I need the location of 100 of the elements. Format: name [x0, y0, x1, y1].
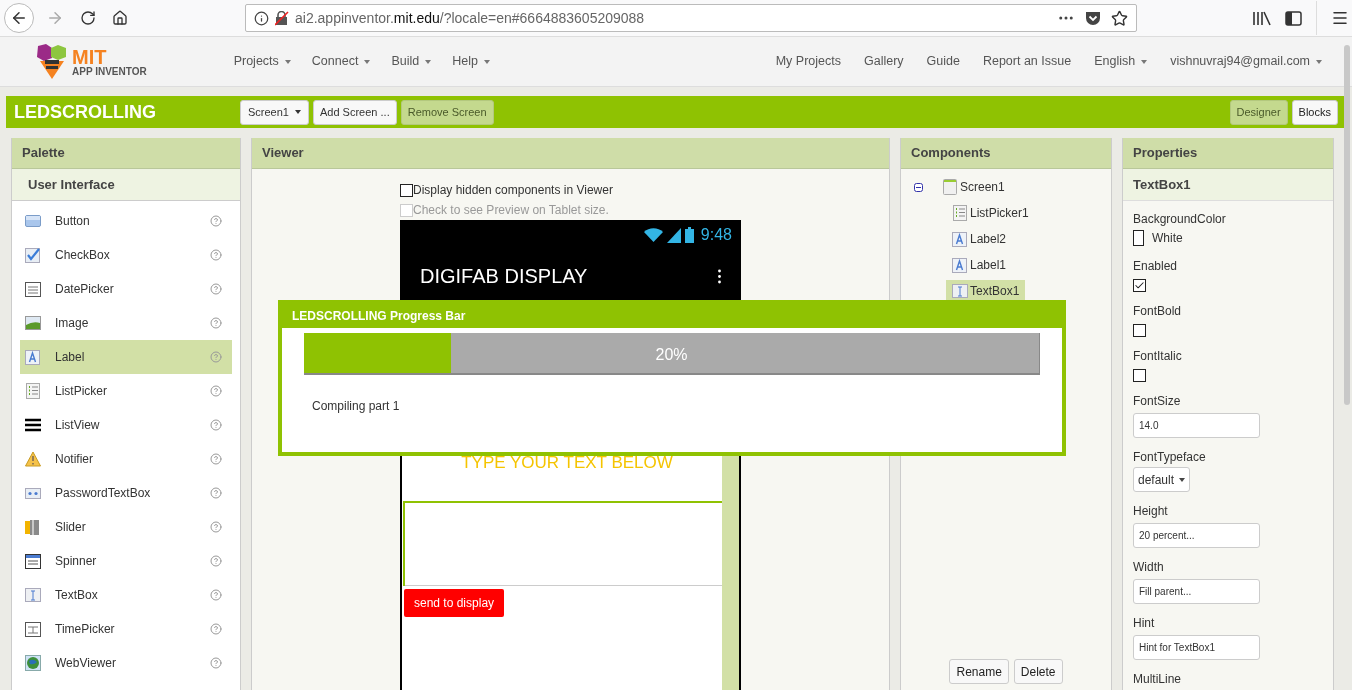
menu-item[interactable]: Help: [452, 52, 490, 71]
help-icon[interactable]: [210, 283, 222, 295]
screen-button[interactable]: Add Screen ...: [313, 99, 397, 125]
property-label: FontBold: [1133, 304, 1183, 318]
nav-link[interactable]: vishnuvraj94@gmail.com: [1170, 52, 1322, 71]
tree-item[interactable]: TextBox1: [946, 280, 1026, 302]
pocket-icon: [1085, 10, 1101, 26]
reload-icon[interactable]: [80, 10, 96, 26]
password-field-icon: [25, 485, 41, 501]
category-header[interactable]: User Interface: [12, 169, 240, 201]
tree-item[interactable]: Label1: [946, 254, 1013, 276]
help-icon[interactable]: [210, 623, 222, 635]
logo-title: MIT: [72, 46, 107, 67]
checkbox[interactable]: [400, 183, 413, 197]
palette-item[interactable]: Label: [20, 340, 232, 374]
view-tab[interactable]: Designer: [1229, 99, 1288, 125]
checkbox-icon: [25, 247, 41, 263]
home-icon[interactable]: [112, 10, 128, 26]
help-icon[interactable]: [210, 419, 222, 431]
property-field[interactable]: Hint for TextBox1: [1133, 635, 1260, 660]
option-label: Display hidden components in Viewer: [413, 182, 613, 199]
screen-icon: [942, 179, 958, 195]
tree-item[interactable]: Label2: [946, 228, 1013, 250]
slider-icon: [25, 519, 41, 535]
text-input[interactable]: [403, 500, 723, 586]
palette-item[interactable]: DatePicker: [20, 272, 232, 306]
property-field[interactable]: Fill parent...: [1133, 579, 1260, 604]
menu-item[interactable]: Connect: [311, 52, 371, 71]
palette-item[interactable]: Notifier: [20, 442, 232, 476]
help-icon[interactable]: [210, 385, 222, 397]
typeface-dropdown[interactable]: default: [1133, 467, 1191, 492]
text-box-icon: [25, 587, 41, 603]
checkbox[interactable]: [1133, 279, 1146, 292]
send-button[interactable]: send to display: [404, 588, 505, 617]
help-icon[interactable]: [210, 453, 222, 465]
property-label: FontSize: [1133, 394, 1182, 408]
palette-item[interactable]: CheckBox: [20, 238, 232, 272]
help-icon[interactable]: [210, 487, 222, 499]
battery-icon: [684, 227, 694, 243]
nav-link[interactable]: Guide: [926, 52, 960, 71]
app-title: DIGIFAB DISPLAY: [420, 264, 588, 289]
component-action-button[interactable]: Rename: [949, 659, 1009, 684]
property-label: FontItalic: [1133, 349, 1183, 363]
property-field[interactable]: 14.0: [1133, 413, 1260, 438]
view-tab[interactable]: Blocks: [1291, 99, 1338, 125]
menu-icon[interactable]: [1331, 9, 1349, 27]
nav-link[interactable]: Gallery: [863, 52, 904, 71]
menu-item[interactable]: Build: [391, 52, 432, 71]
palette-item[interactable]: ListPicker: [20, 374, 232, 408]
sidebar-icon: [1285, 10, 1302, 26]
panel-header: Viewer: [252, 138, 889, 169]
checkbox[interactable]: [1133, 324, 1146, 337]
collapse-icon[interactable]: [914, 182, 923, 192]
url-text[interactable]: ai2.appinventor.mit.edu/?locale=en#6664883605209088: [295, 7, 645, 29]
time-picker-icon: [25, 621, 41, 637]
component-action-button[interactable]: Delete: [1013, 659, 1063, 684]
palette-item[interactable]: Image: [20, 306, 232, 340]
color-swatch-icon: [1133, 230, 1144, 246]
text-box-icon: [952, 283, 968, 299]
property-label: Width: [1133, 560, 1165, 574]
back-button[interactable]: [4, 3, 34, 33]
status-time: 9:48: [700, 225, 732, 245]
property-label: BackgroundColor: [1133, 212, 1227, 226]
bookmark-star-icon[interactable]: [1111, 9, 1128, 27]
property-field[interactable]: 20 percent...: [1133, 523, 1260, 548]
panel-header: Palette: [12, 138, 240, 169]
tree-item[interactable]: Screen1: [936, 176, 1011, 198]
nav-link[interactable]: My Projects: [775, 52, 841, 71]
help-icon[interactable]: [210, 589, 222, 601]
tree-item[interactable]: ListPicker1: [946, 202, 1035, 224]
nav-link[interactable]: Report an Issue: [982, 52, 1072, 71]
nav-link[interactable]: English: [1094, 52, 1148, 71]
palette-item[interactable]: TimePicker: [20, 612, 232, 646]
calendar-icon: [25, 281, 41, 297]
checkbox[interactable]: [1133, 369, 1146, 382]
info-icon[interactable]: [254, 10, 269, 26]
selected-component-header: TextBox1: [1123, 169, 1333, 201]
help-icon[interactable]: [210, 317, 222, 329]
palette-item[interactable]: Button: [20, 204, 232, 238]
menu-item[interactable]: Projects: [233, 52, 291, 71]
help-icon[interactable]: [210, 249, 222, 261]
address-bar[interactable]: ai2.appinventor.mit.edu/?locale=en#6664883605209088: [245, 4, 1137, 32]
app-logo[interactable]: MIT APP INVENTOR: [34, 43, 147, 80]
palette-item[interactable]: Spinner: [20, 544, 232, 578]
help-icon[interactable]: [210, 657, 222, 669]
screen-dropdown[interactable]: Screen1: [240, 99, 309, 125]
forward-icon[interactable]: [46, 9, 64, 27]
palette-item[interactable]: TextBox: [20, 578, 232, 612]
help-icon[interactable]: [210, 215, 222, 227]
palette-item[interactable]: Slider: [20, 510, 232, 544]
palette-item[interactable]: WebViewer: [20, 646, 232, 680]
palette-item[interactable]: PasswordTextBox: [20, 476, 232, 510]
palette-item[interactable]: ListView: [20, 408, 232, 442]
color-value[interactable]: White: [1152, 229, 1183, 247]
property-label: Enabled: [1133, 259, 1179, 273]
help-icon[interactable]: [210, 555, 222, 567]
progress-reading: 20%: [654, 345, 689, 365]
help-icon[interactable]: [210, 351, 222, 363]
scrollbar[interactable]: [1344, 45, 1350, 405]
help-icon[interactable]: [210, 521, 222, 533]
